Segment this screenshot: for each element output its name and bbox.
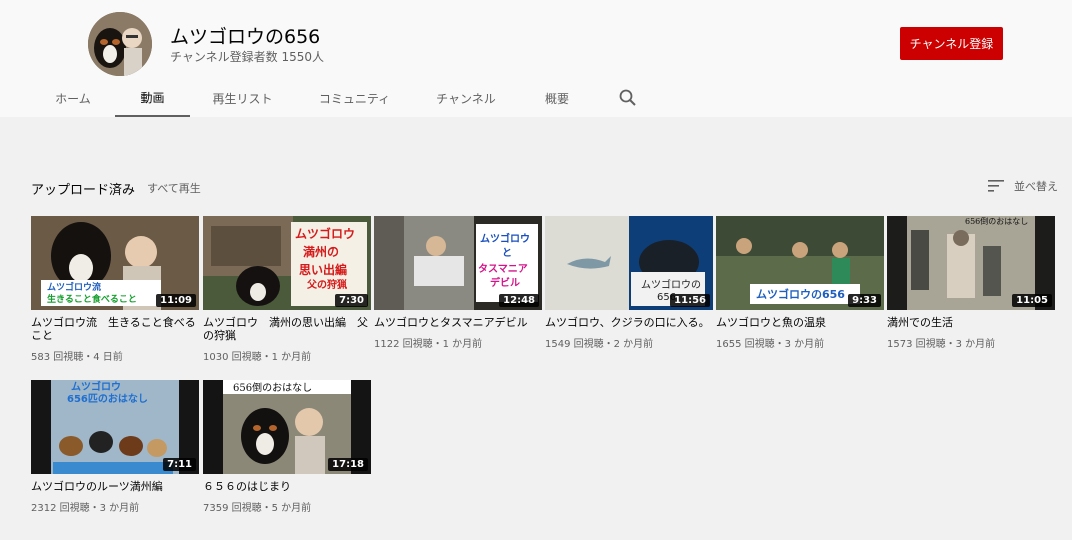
video-thumbnail[interactable]: 656倒のおはなし 11:05	[887, 216, 1055, 310]
svg-text:タスマニア: タスマニア	[478, 263, 528, 275]
video-card[interactable]: 656倒のおはなし 17:18 ６５６のはじまり 7359 回視聴・5 か月前	[203, 380, 371, 514]
svg-text:ムツゴロウ: ムツゴロウ	[480, 232, 530, 245]
video-duration: 11:09	[156, 294, 196, 307]
video-meta: 1549 回視聴・2 か月前	[545, 339, 654, 350]
video-duration: 11:56	[670, 294, 710, 307]
sort-label: 並べ替え	[1014, 180, 1058, 193]
svg-text:父の狩猟: 父の狩猟	[306, 278, 347, 291]
video-title[interactable]: ムツゴロウ流 生きること食べること	[31, 316, 199, 342]
svg-text:656倒のおはなし: 656倒のおはなし	[233, 382, 312, 394]
video-title[interactable]: ムツゴロウとタスマニアデビル	[374, 316, 542, 329]
video-title[interactable]: ６５６のはじまり	[203, 480, 371, 493]
video-card[interactable]: ムツゴロウ 656匹のおはなし 7:11 ムツゴロウのルーツ満州編 2312 回…	[31, 380, 199, 514]
svg-text:思い出編: 思い出編	[299, 262, 347, 277]
svg-text:ムツゴロウの656: ムツゴロウの656	[756, 287, 845, 301]
svg-text:デビル: デビル	[490, 276, 520, 289]
channel-header: ムツゴロウの656 チャンネル登録者数 1550人 チャンネル登録 ホーム 動画…	[0, 0, 1072, 117]
tab-playlists[interactable]: 再生リスト	[205, 80, 280, 117]
video-duration: 7:30	[335, 294, 368, 307]
video-thumbnail[interactable]: 656倒のおはなし 17:18	[203, 380, 371, 474]
tab-about[interactable]: 概要	[537, 80, 577, 117]
video-meta: 2312 回視聴・3 か月前	[31, 503, 140, 514]
video-title[interactable]: ムツゴロウと魚の温泉	[716, 316, 884, 329]
video-thumbnail[interactable]: ムツゴロウ 満州の 思い出編 父の狩猟 7:30	[203, 216, 371, 310]
video-card[interactable]: ムツゴロウ流 生きること食べること 11:09 ムツゴロウ流 生きること食べるこ…	[31, 216, 199, 363]
svg-text:生きること食べること: 生きること食べること	[47, 293, 137, 305]
video-card[interactable]: ムツゴロウ と タスマニア デビル 12:48 ムツゴロウとタスマニアデビル 1…	[374, 216, 542, 350]
tab-home[interactable]: ホーム	[48, 80, 98, 117]
video-card[interactable]: ムツゴロウ 満州の 思い出編 父の狩猟 7:30 ムツゴロウ 満州の思い出編 父…	[203, 216, 371, 363]
video-thumbnail[interactable]: ムツゴロウ 656匹のおはなし 7:11	[31, 380, 199, 474]
video-meta: 1122 回視聴・1 か月前	[374, 339, 483, 350]
channel-tabs: ホーム 動画 再生リスト コミュニティ チャンネル 概要	[0, 80, 1072, 117]
video-duration: 17:18	[328, 458, 368, 471]
channel-name: ムツゴロウの656	[170, 26, 321, 48]
video-thumbnail[interactable]: ムツゴロウの 656 11:56	[545, 216, 713, 310]
video-meta: 7359 回視聴・5 か月前	[203, 503, 312, 514]
video-duration: 11:05	[1012, 294, 1052, 307]
svg-text:ムツゴロウ: ムツゴロウ	[295, 226, 355, 241]
svg-text:ムツゴロウ流: ムツゴロウ流	[47, 281, 101, 293]
tab-videos[interactable]: 動画	[115, 80, 190, 117]
video-meta: 1573 回視聴・3 か月前	[887, 339, 996, 350]
video-meta: 1655 回視聴・3 か月前	[716, 339, 825, 350]
svg-text:656倒のおはなし: 656倒のおはなし	[965, 216, 1028, 226]
sort-button[interactable]: 並べ替え	[988, 178, 1058, 194]
search-icon[interactable]	[618, 88, 638, 108]
video-meta: 1030 回視聴・1 か月前	[203, 352, 312, 363]
video-duration: 12:48	[499, 294, 539, 307]
video-duration: 9:33	[848, 294, 881, 307]
svg-text:満州の: 満州の	[303, 244, 339, 259]
video-thumbnail[interactable]: ムツゴロウ流 生きること食べること 11:09	[31, 216, 199, 310]
video-thumbnail[interactable]: ムツゴロウ と タスマニア デビル 12:48	[374, 216, 542, 310]
video-title[interactable]: 満州での生活	[887, 316, 1055, 329]
svg-text:と: と	[502, 247, 512, 259]
video-title[interactable]: ムツゴロウ 満州の思い出編 父の狩猟	[203, 316, 371, 342]
video-meta: 583 回視聴・4 日前	[31, 352, 123, 363]
video-card[interactable]: ムツゴロウの656 9:33 ムツゴロウと魚の温泉 1655 回視聴・3 か月前	[716, 216, 884, 350]
video-duration: 7:11	[163, 458, 196, 471]
tab-community[interactable]: コミュニティ	[312, 80, 397, 117]
subscriber-count: チャンネル登録者数 1550人	[170, 50, 324, 64]
svg-text:ムツゴロウの: ムツゴロウの	[641, 278, 701, 291]
svg-text:656匹のおはなし: 656匹のおはなし	[67, 393, 148, 405]
subscribe-button[interactable]: チャンネル登録	[900, 27, 1003, 60]
video-title[interactable]: ムツゴロウ、クジラの口に入る。	[545, 316, 713, 329]
video-title[interactable]: ムツゴロウのルーツ満州編	[31, 480, 199, 493]
play-all-link[interactable]: すべて再生	[147, 180, 201, 196]
sort-icon	[988, 180, 1004, 192]
video-thumbnail[interactable]: ムツゴロウの656 9:33	[716, 216, 884, 310]
video-card[interactable]: 656倒のおはなし 11:05 満州での生活 1573 回視聴・3 か月前	[887, 216, 1055, 350]
video-card[interactable]: ムツゴロウの 656 11:56 ムツゴロウ、クジラの口に入る。 1549 回視…	[545, 216, 713, 350]
channel-avatar[interactable]	[88, 12, 152, 76]
tab-channels[interactable]: チャンネル	[430, 80, 502, 117]
section-title: アップロード済み	[31, 183, 136, 198]
svg-text:ムツゴロウ: ムツゴロウ	[71, 380, 121, 393]
